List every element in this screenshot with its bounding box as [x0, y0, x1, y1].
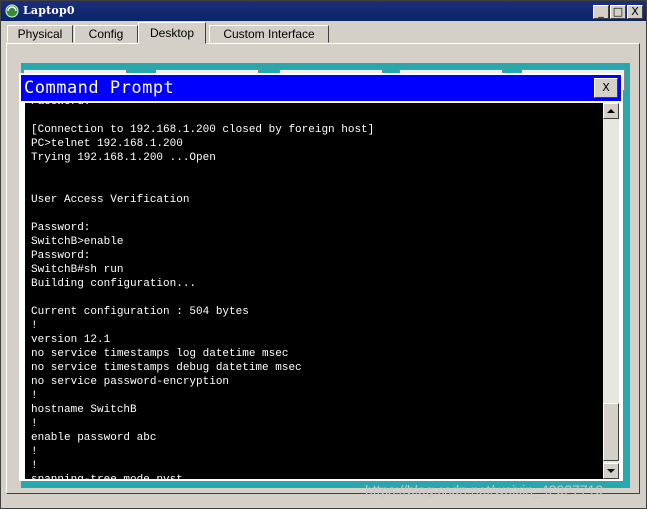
terminal-text: Password: [Connection to 192.168.1.200 c…: [31, 103, 375, 479]
arrow-down-icon: [607, 469, 615, 473]
window-title: Laptop0: [23, 4, 75, 17]
tab-desktop[interactable]: Desktop: [138, 22, 206, 44]
tab-physical[interactable]: Physical: [7, 25, 73, 43]
command-prompt-window: Command Prompt X Password: [Connection t…: [19, 73, 623, 481]
command-prompt-title: Command Prompt: [24, 78, 175, 98]
minimize-button[interactable]: _: [593, 5, 609, 19]
arrow-up-icon: [607, 109, 615, 113]
close-button[interactable]: X: [627, 5, 643, 19]
command-prompt-titlebar[interactable]: Command Prompt X: [21, 75, 621, 101]
terminal-scrollbar[interactable]: [603, 103, 619, 479]
maximize-button[interactable]: □: [610, 5, 626, 19]
laptop-window: Laptop0 _ □ X Physical Config Desktop Cu…: [0, 0, 647, 509]
scroll-down-button[interactable]: [603, 463, 619, 479]
tab-custom-interface[interactable]: Custom Interface: [209, 25, 329, 43]
tab-config[interactable]: Config: [74, 25, 138, 43]
packet-tracer-icon: [5, 4, 19, 18]
watermark: https://blog.csdn.net/weixin_42927719: [365, 482, 604, 498]
terminal-output[interactable]: Password: [Connection to 192.168.1.200 c…: [25, 103, 603, 479]
scroll-up-button[interactable]: [603, 103, 619, 119]
scroll-thumb[interactable]: [603, 403, 619, 461]
window-titlebar[interactable]: Laptop0 _ □ X: [1, 1, 646, 21]
command-prompt-close-button[interactable]: X: [594, 78, 618, 98]
